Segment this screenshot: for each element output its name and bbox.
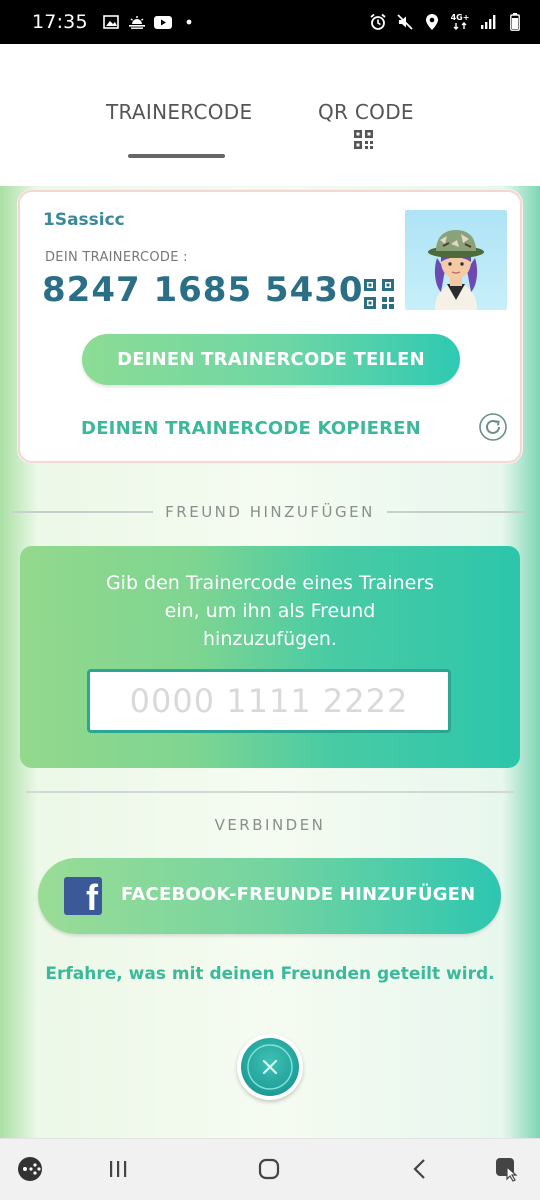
facebook-icon: f: [64, 877, 102, 915]
screenshot-assist-icon[interactable]: [492, 1153, 524, 1185]
tab-header: TRAINERCODE QR CODE: [0, 44, 540, 186]
tab-qr-code[interactable]: QR CODE: [318, 100, 414, 124]
trainer-code-value: 8247 1685 5430: [42, 270, 364, 310]
image-icon: [102, 14, 120, 30]
trainer-code-label: DEIN TRAINERCODE :: [45, 250, 188, 265]
status-right-icons: 4G+: [369, 13, 524, 31]
learn-sharing-link[interactable]: Erfahre, was mit deinen Freunden geteilt…: [0, 964, 540, 984]
active-tab-indicator: [128, 154, 225, 158]
tab-trainercode[interactable]: TRAINERCODE: [106, 100, 252, 124]
add-facebook-friends-button[interactable]: f FACEBOOK-FREUNDE HINZUFÜGEN: [38, 858, 501, 934]
signal-icon: [479, 14, 497, 30]
status-bar: 17:35 4G+: [0, 0, 540, 44]
battery-icon: [506, 13, 524, 31]
weather-icon: [128, 14, 146, 30]
main-content: 1Sassicc DEIN TRAINERCODE : 8247 1685 54…: [0, 186, 540, 1138]
network-label: 4G+: [450, 13, 470, 22]
divider-line: [12, 511, 154, 513]
copy-trainercode-link[interactable]: DEINEN TRAINERCODE KOPIEREN: [20, 418, 454, 439]
system-nav-bar: [0, 1138, 540, 1200]
status-left-icons: [102, 14, 198, 30]
youtube-icon: [153, 14, 172, 30]
recent-apps-icon[interactable]: [102, 1153, 134, 1185]
location-icon: [423, 14, 441, 30]
trainer-name: 1Sassicc: [43, 210, 125, 230]
refresh-icon[interactable]: [478, 412, 508, 442]
close-button[interactable]: [237, 1034, 303, 1100]
share-trainercode-button[interactable]: DEINEN TRAINERCODE TEILEN: [82, 334, 460, 385]
close-icon: [241, 1038, 299, 1096]
back-icon[interactable]: [404, 1153, 436, 1185]
facebook-button-label: FACEBOOK-FREUNDE HINZUFÜGEN: [121, 884, 476, 905]
qr-code-icon[interactable]: [364, 279, 394, 309]
network-4g-icon: 4G+: [450, 14, 470, 30]
dot-icon: [180, 14, 198, 30]
status-time: 17:35: [32, 11, 88, 33]
section-divider: [26, 791, 514, 793]
connect-section-label: VERBINDEN: [214, 816, 326, 834]
avatar: [405, 210, 507, 310]
add-friend-instruction: Gib den Trainercode eines Trainers ein, …: [105, 572, 435, 650]
qr-code-icon[interactable]: [354, 130, 373, 149]
alarm-icon: [369, 13, 387, 30]
trainer-card: 1Sassicc DEIN TRAINERCODE : 8247 1685 54…: [18, 190, 522, 463]
divider-line: [386, 511, 528, 513]
trainer-code-input[interactable]: [87, 669, 451, 733]
game-launcher-icon[interactable]: [14, 1153, 46, 1185]
mute-icon: [396, 14, 414, 30]
home-icon[interactable]: [253, 1153, 285, 1185]
add-friend-divider: FREUND HINZUFÜGEN: [12, 502, 528, 522]
add-friend-section-label: FREUND HINZUFÜGEN: [165, 503, 375, 521]
add-friend-panel: Gib den Trainercode eines Trainers ein, …: [20, 546, 520, 768]
